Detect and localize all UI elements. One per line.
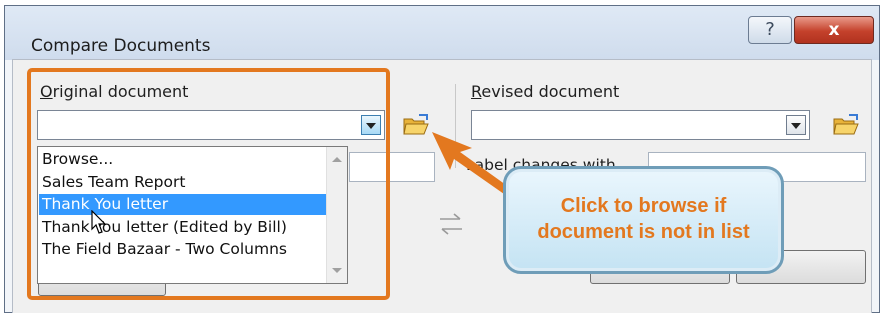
- dropdown-arrow-icon[interactable]: [786, 115, 806, 135]
- folder-open-icon[interactable]: [832, 113, 860, 137]
- dialog-title: Compare Documents: [31, 36, 211, 56]
- title-bar: Compare Documents ? x: [5, 6, 879, 60]
- callout-bubble: Click to browse if document is not in li…: [503, 166, 784, 274]
- revised-document-combo[interactable]: [471, 110, 810, 140]
- swap-arrows-icon[interactable]: [434, 212, 468, 236]
- callout-line-2: document is not in list: [537, 221, 750, 243]
- close-button[interactable]: x: [794, 16, 874, 44]
- original-document-highlight: [27, 68, 390, 300]
- folder-open-icon[interactable]: [402, 113, 430, 137]
- section-divider: [455, 84, 456, 168]
- callout-line-1: Click to browse if: [560, 195, 727, 217]
- revised-document-label: Revised document: [471, 82, 620, 101]
- help-button[interactable]: ?: [748, 16, 792, 44]
